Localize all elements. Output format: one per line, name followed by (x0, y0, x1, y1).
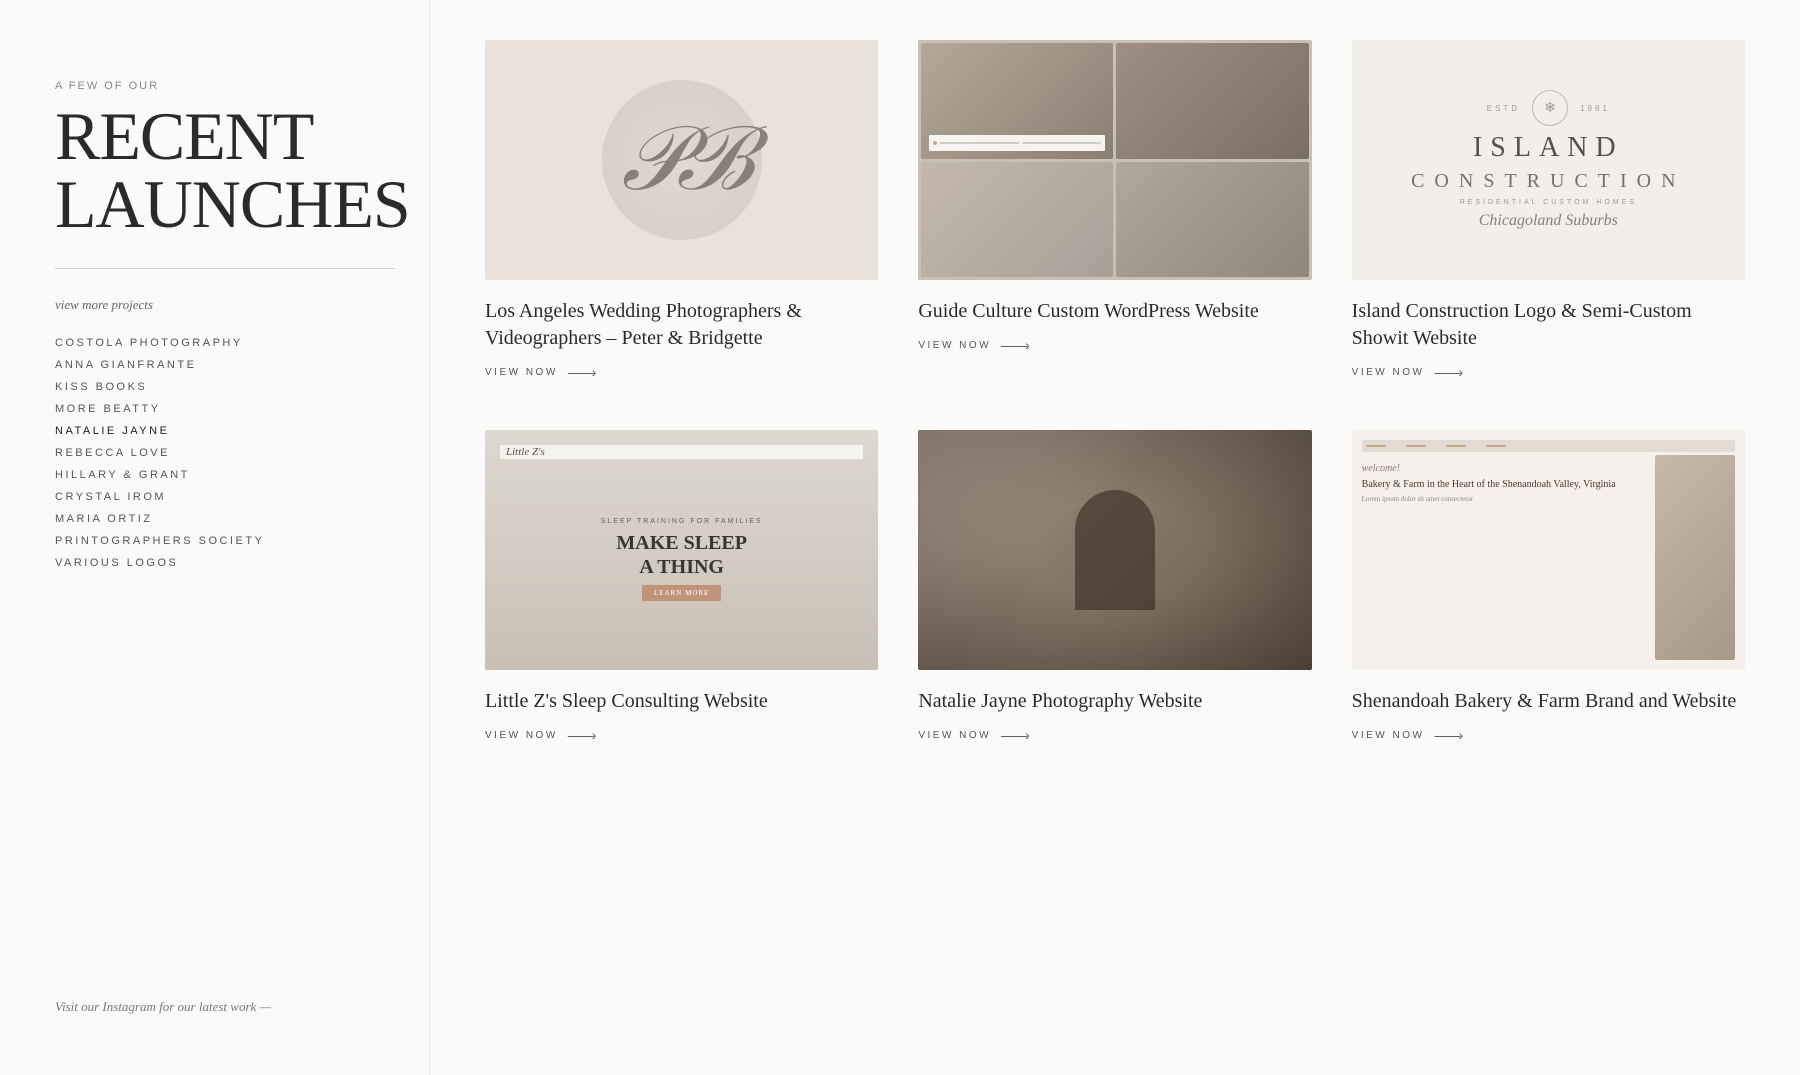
sidebar-item-various-logos[interactable]: VARIOUS LOGOS (55, 557, 374, 569)
main-content: 𝒫ℬ Los Angeles Wedding Photographers & V… (430, 0, 1800, 1075)
arrow-icon-3: ——› (1434, 364, 1461, 380)
bakery-text-col: welcome! Bakery & Farm in the Heart of t… (1362, 455, 1647, 660)
gc-line (940, 142, 1019, 144)
island-subtitle: RESIDENTIAL CUSTOM HOMES (1460, 199, 1637, 206)
sidebar-item-natalie-jayne[interactable]: NATALIE JAYNE (55, 425, 374, 437)
sidebar-item-crystal-irom[interactable]: CRYSTAL IROM (55, 491, 374, 503)
island-badge-row: ESTD 1981 (1487, 90, 1610, 126)
bakery-header (1362, 440, 1735, 452)
arrow-icon: ——› (568, 364, 595, 380)
island-name: ISLAND (1473, 132, 1624, 164)
sidebar-item-costola-photography[interactable]: COSTOLA PHOTOGRAPHY (55, 337, 374, 349)
project-image-guide-culture (918, 40, 1311, 280)
project-title-bakery: Shenandoah Bakery & Farm Brand and Websi… (1352, 688, 1745, 715)
bakery-nav-dot-4 (1486, 445, 1506, 447)
project-card-couple: Natalie Jayne Photography Website VIEW N… (918, 430, 1311, 743)
project-link-little-zs[interactable]: VIEW NOW ——› (485, 727, 878, 743)
island-year: 1981 (1580, 104, 1610, 113)
sidebar-title: RECENT LAUNCHES (55, 102, 374, 238)
sidebar: A FEW OF OUR RECENT LAUNCHES view more p… (0, 0, 430, 1075)
project-card-little-zs: Little Z's SLEEP TRAINING FOR FAMILIES M… (485, 430, 878, 743)
lz-tagline-big: MAKE SLEEPA THING (616, 531, 747, 579)
sidebar-item-more-beatty[interactable]: MORE BEATTY (55, 403, 374, 415)
lz-logo-text: Little Z's (506, 446, 545, 458)
gc-cell-1 (921, 43, 1113, 159)
gc-cell-2 (1116, 43, 1308, 159)
arrow-icon-2: ——› (1001, 337, 1028, 353)
island-logo-container: ESTD 1981 ISLAND CONSTRUCTION RESIDENTIA… (1411, 90, 1685, 230)
sidebar-item-maria-ortiz[interactable]: MARIA ORTIZ (55, 513, 374, 525)
arrow-icon-4: ——› (568, 727, 595, 743)
gc-cell-4 (1116, 162, 1308, 278)
project-title-guide-culture: Guide Culture Custom WordPress Website (918, 298, 1311, 325)
view-more-link[interactable]: view more projects (55, 297, 374, 313)
gc-line-2 (1022, 142, 1101, 144)
project-card-peter-bridgette: 𝒫ℬ Los Angeles Wedding Photographers & V… (485, 40, 878, 380)
pb-monogram: 𝒫ℬ (621, 108, 742, 212)
sidebar-item-anna-gianfrante[interactable]: ANNA GIANFRANTE (55, 359, 374, 371)
island-script: Chicagoland Suburbs (1479, 212, 1618, 230)
project-title-couple: Natalie Jayne Photography Website (918, 688, 1311, 715)
bakery-desc: Lorem ipsum dolor sit amet consectetur (1362, 495, 1647, 505)
project-link-island-construction[interactable]: VIEW NOW ——› (1352, 364, 1745, 380)
sidebar-item-printographers-society[interactable]: PRINTOGRAPHERS SOCIETY (55, 535, 374, 547)
nav-list: COSTOLA PHOTOGRAPHY ANNA GIANFRANTE KISS B… (55, 337, 374, 569)
lz-cta: LEARN MORE (642, 585, 721, 601)
island-badge (1532, 90, 1568, 126)
sidebar-item-kiss-books[interactable]: KISS BOOKS (55, 381, 374, 393)
project-title-little-zs: Little Z's Sleep Consulting Website (485, 688, 878, 715)
project-card-island-construction: ESTD 1981 ISLAND CONSTRUCTION RESIDENTIA… (1352, 40, 1745, 380)
project-link-peter-bridgette[interactable]: VIEW NOW ——› (485, 364, 878, 380)
island-construction-text: CONSTRUCTION (1411, 170, 1685, 193)
island-estd: ESTD (1487, 104, 1520, 113)
bakery-title: Bakery & Farm in the Heart of the Shenan… (1362, 478, 1647, 491)
lz-header: Little Z's (500, 445, 863, 459)
arrow-icon-6: ——› (1434, 727, 1461, 743)
project-image-couple (918, 430, 1311, 670)
project-link-couple[interactable]: VIEW NOW ——› (918, 727, 1311, 743)
sidebar-item-hillary-grant[interactable]: HILLARY & GRANT (55, 469, 374, 481)
gc-dot (933, 141, 937, 145)
arrow-icon-5: ——› (1001, 727, 1028, 743)
project-link-bakery[interactable]: VIEW NOW ——› (1352, 727, 1745, 743)
project-title-island-construction: Island Construction Logo & Semi-Custom S… (1352, 298, 1745, 352)
gc-header-bar (929, 135, 1105, 151)
instagram-note[interactable]: Visit our Instagram for our latest work … (55, 959, 374, 1015)
lz-tagline-small: SLEEP TRAINING FOR FAMILIES (601, 518, 763, 525)
project-card-bakery: welcome! Bakery & Farm in the Heart of t… (1352, 430, 1745, 743)
sidebar-divider (55, 268, 395, 269)
projects-grid: 𝒫ℬ Los Angeles Wedding Photographers & V… (485, 40, 1745, 743)
project-image-bakery: welcome! Bakery & Farm in the Heart of t… (1352, 430, 1745, 670)
project-card-guide-culture: Guide Culture Custom WordPress Website V… (918, 40, 1311, 380)
gc-cell-3 (921, 162, 1113, 278)
project-title-peter-bridgette: Los Angeles Wedding Photographers & Vide… (485, 298, 878, 352)
bakery-body: welcome! Bakery & Farm in the Heart of t… (1362, 455, 1735, 660)
bakery-nav-dot-3 (1446, 445, 1466, 447)
sidebar-item-rebecca-love[interactable]: REBECCA LOVE (55, 447, 374, 459)
sidebar-eyebrow: A FEW OF OUR (55, 80, 374, 92)
couple-silhouette (1075, 490, 1155, 610)
project-image-island-construction: ESTD 1981 ISLAND CONSTRUCTION RESIDENTIA… (1352, 40, 1745, 280)
project-image-peter-bridgette: 𝒫ℬ (485, 40, 878, 280)
bakery-welcome: welcome! (1362, 463, 1647, 474)
project-link-guide-culture[interactable]: VIEW NOW ——› (918, 337, 1311, 353)
project-image-little-zs: Little Z's SLEEP TRAINING FOR FAMILIES M… (485, 430, 878, 670)
bakery-nav-dot-2 (1406, 445, 1426, 447)
bakery-image-col (1655, 455, 1735, 660)
lz-body: SLEEP TRAINING FOR FAMILIES MAKE SLEEPA … (500, 463, 863, 655)
bakery-nav-dot-1 (1366, 445, 1386, 447)
